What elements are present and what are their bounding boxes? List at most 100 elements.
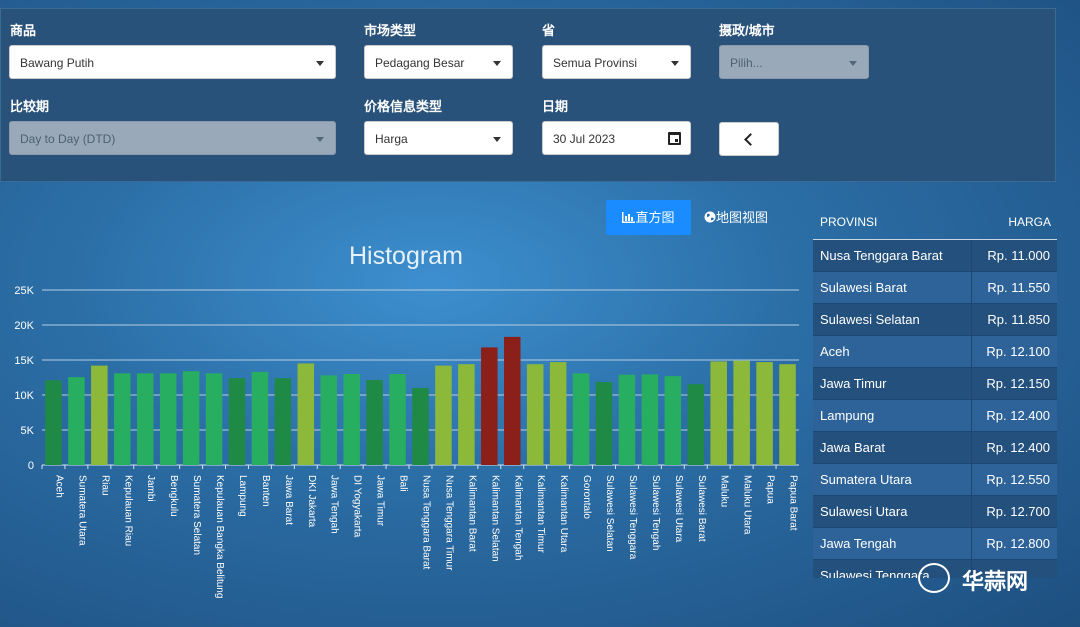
x-tick-label: Gorontalo (581, 475, 592, 519)
x-tick-label: DI Yogyakarta (352, 475, 363, 538)
cell-province: Jawa Barat (813, 432, 972, 463)
x-tick-label: Bali (398, 475, 409, 492)
price-type-label: 价格信息类型 (364, 99, 443, 114)
date-value: 30 Jul 2023 (553, 132, 616, 146)
x-tick-label: Sumatera Selatan (191, 475, 202, 555)
table-row: Jawa Tengah Rp. 12.800 (813, 528, 1057, 560)
cell-province: Lampung (813, 400, 972, 431)
bar[interactable] (68, 377, 85, 465)
bar[interactable] (779, 364, 796, 465)
market-type-label: 市场类型 (364, 23, 417, 38)
tab-histogram-label: 直方图 (635, 210, 675, 225)
bar[interactable] (412, 388, 429, 465)
tab-histogram[interactable]: 直方图 (606, 200, 691, 235)
bar[interactable] (481, 347, 498, 465)
x-tick-label: Kalimantan Tengah (512, 475, 523, 560)
compare-period-select[interactable]: Day to Day (DTD) (9, 121, 336, 155)
province-label: 省 (542, 23, 556, 38)
filter-panel (0, 8, 1056, 182)
y-tick-label: 10K (14, 390, 34, 402)
watermark-text: 华蒜网 (962, 569, 1029, 594)
bar[interactable] (549, 362, 567, 465)
x-tick-label: Jawa Barat (283, 475, 294, 525)
cell-price: Rp. 12.100 (986, 344, 1050, 359)
y-tick-label: 25K (14, 285, 34, 297)
x-tick-label: Sumatera Utara (76, 475, 87, 546)
bar[interactable] (526, 364, 544, 465)
x-tick-label: Riau (99, 475, 110, 496)
cell-price: Rp. 11.000 (987, 248, 1050, 263)
bar[interactable] (136, 373, 154, 465)
bar[interactable] (572, 373, 590, 465)
bar[interactable] (618, 374, 636, 465)
x-tick-label: Maluku Utara (742, 475, 753, 535)
x-tick-label: Papua Barat (788, 475, 799, 531)
y-tick-label: 15K (14, 355, 34, 367)
calendar-icon[interactable] (668, 132, 681, 145)
price-table: PROVINSI HARGA Nusa Tenggara Barat Rp. 11… (813, 205, 1057, 578)
cell-province: Aceh (813, 336, 972, 367)
caret-down-icon (316, 137, 324, 142)
bar[interactable] (664, 376, 682, 465)
bar[interactable] (205, 373, 223, 465)
date-label: 日期 (542, 99, 569, 114)
market-type-select[interactable]: Pedagang Besar (364, 45, 513, 79)
bar-chart-icon (622, 212, 636, 223)
cell-price: Rp. 12.550 (986, 472, 1050, 487)
x-tick-label: Kepulauan Riau (122, 475, 133, 546)
x-tick-label: Kalimantan Barat (466, 475, 477, 552)
date-input[interactable]: 30 Jul 2023 (542, 121, 691, 155)
bar[interactable] (458, 364, 475, 465)
bar[interactable] (687, 384, 705, 465)
bar[interactable] (274, 378, 292, 465)
cell-price: Rp. 12.400 (986, 408, 1050, 423)
chart-title: Histogram (349, 242, 463, 270)
bar[interactable] (297, 363, 315, 466)
bar[interactable] (710, 361, 727, 465)
x-tick-label: Banten (260, 475, 271, 507)
cell-province: Sulawesi Barat (813, 272, 972, 303)
x-tick-label: Kalimantan Timur (535, 475, 546, 553)
commodity-select[interactable]: Bawang Putih (9, 45, 336, 79)
x-tick-label: Maluku (719, 475, 730, 507)
province-value: Semua Provinsi (553, 56, 638, 70)
bar[interactable] (182, 371, 200, 465)
x-tick-label: Kepulauan Bangka Belitung (214, 475, 225, 598)
bar[interactable] (503, 336, 521, 465)
compare-period-value: Day to Day (DTD) (20, 132, 116, 146)
bar[interactable] (228, 378, 246, 465)
x-tick-label: DKI Jakarta (306, 475, 317, 528)
commodity-label: 商品 (10, 23, 37, 38)
price-type-value: Harga (375, 132, 408, 146)
bar[interactable] (366, 379, 383, 465)
province-select[interactable]: Semua Provinsi (542, 45, 691, 79)
caret-down-icon (493, 137, 501, 142)
bar[interactable] (435, 365, 452, 465)
compare-period-label: 比较期 (10, 99, 50, 114)
caret-down-icon (316, 61, 324, 66)
city-select[interactable]: Pilih... (719, 45, 869, 79)
x-tick-label: Kalimantan Selatan (489, 475, 500, 562)
commodity-value: Bawang Putih (20, 56, 95, 70)
bar[interactable] (756, 362, 773, 465)
bar[interactable] (320, 375, 338, 465)
back-button[interactable] (719, 122, 779, 156)
tab-map-view[interactable]: 地图视图 (704, 200, 779, 235)
bar[interactable] (641, 374, 659, 465)
price-type-select[interactable]: Harga (364, 121, 513, 155)
x-tick-label: Jawa Timur (375, 475, 386, 527)
bar[interactable] (114, 373, 131, 465)
bar[interactable] (389, 374, 406, 465)
bar[interactable] (343, 374, 360, 465)
caret-down-icon (849, 61, 857, 66)
bar[interactable] (159, 373, 177, 465)
bar[interactable] (45, 380, 62, 465)
cell-price: Rp. 11.850 (987, 312, 1050, 327)
x-tick-label: Bengkulu (168, 475, 179, 517)
bar[interactable] (595, 382, 613, 465)
bar[interactable] (733, 360, 750, 465)
table-row: Sulawesi Barat Rp. 11.550 (813, 272, 1057, 304)
y-tick-label: 5K (21, 425, 35, 437)
bar[interactable] (91, 365, 108, 465)
bar[interactable] (251, 371, 269, 465)
